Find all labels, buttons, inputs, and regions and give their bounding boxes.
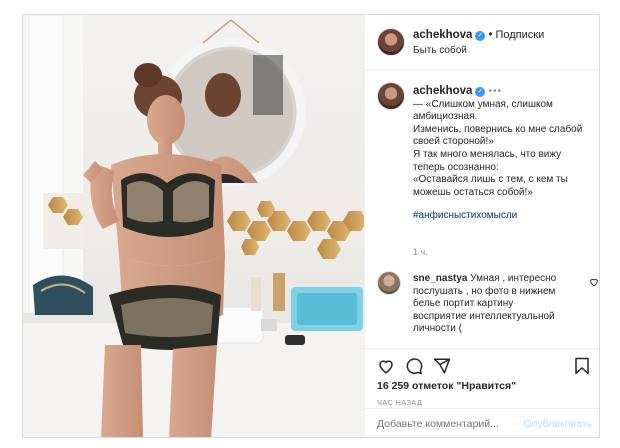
heart-icon[interactable] — [377, 357, 395, 375]
comment-icon[interactable] — [405, 357, 423, 375]
post-caption: achekhova ✓ ••• — «Слишком умная, слишком … — [413, 85, 595, 223]
caption-line: — «Слишком умная, слишком амбициозная. — [413, 98, 553, 123]
hashtag-link[interactable]: #анфисныстихомысли — [413, 210, 595, 223]
instagram-post-frame: achekhova ✓ • Подписки Быть собой achekhova… — [22, 14, 600, 438]
publish-button[interactable]: Опубликовать — [523, 418, 592, 430]
post-header: achekhova ✓ • Подписки Быть собой — [365, 15, 599, 70]
add-comment-bar: Опубликовать — [365, 408, 599, 437]
post-location[interactable]: Быть собой — [413, 45, 467, 56]
caption-line: Изменись, повернись ко мне слабой своей … — [413, 123, 583, 148]
commenter-username[interactable]: sne_nastya — [413, 273, 467, 284]
author-line: achekhova ✓ • Подписки — [413, 29, 544, 41]
post-time-ago: ЧАС НАЗАД — [377, 398, 423, 407]
verified-icon: ✓ — [475, 31, 486, 41]
post-photo[interactable] — [23, 15, 364, 437]
comment-item: sne_nastya Умная , интересно послушать ,… — [413, 273, 563, 336]
separator-dot: • — [488, 29, 493, 41]
comment-input[interactable] — [377, 418, 517, 430]
comment-like-heart-icon[interactable] — [589, 277, 599, 287]
follow-button[interactable]: Подписки — [495, 29, 544, 41]
comments-area: achekhova ✓ ••• — «Слишком умная, слишком … — [365, 70, 599, 348]
caption-line: «Оставайся лишь с тем, с кем ты можешь о… — [413, 174, 568, 198]
more-options-icon[interactable]: ••• — [488, 86, 502, 97]
commenter-avatar[interactable] — [377, 271, 401, 295]
post-actions: 16 259 отметок "Нравится" ЧАС НАЗАД — [365, 348, 599, 408]
bookmark-icon[interactable] — [573, 357, 591, 375]
share-icon[interactable] — [433, 357, 451, 375]
verified-icon: ✓ — [475, 87, 486, 97]
caption-username[interactable]: achekhova — [413, 85, 472, 97]
caption-line: Я так много менялась, что вижу теперь ос… — [413, 148, 562, 173]
caption-avatar[interactable] — [377, 82, 405, 110]
post-side-panel: achekhova ✓ • Подписки Быть собой achekhova… — [364, 15, 599, 437]
post-photo-illustration — [23, 15, 364, 437]
caption-time: 1 ч. — [413, 247, 428, 257]
author-avatar[interactable] — [377, 28, 405, 56]
likes-count[interactable]: 16 259 отметок "Нравится" — [377, 380, 516, 392]
author-username[interactable]: achekhova — [413, 29, 472, 41]
